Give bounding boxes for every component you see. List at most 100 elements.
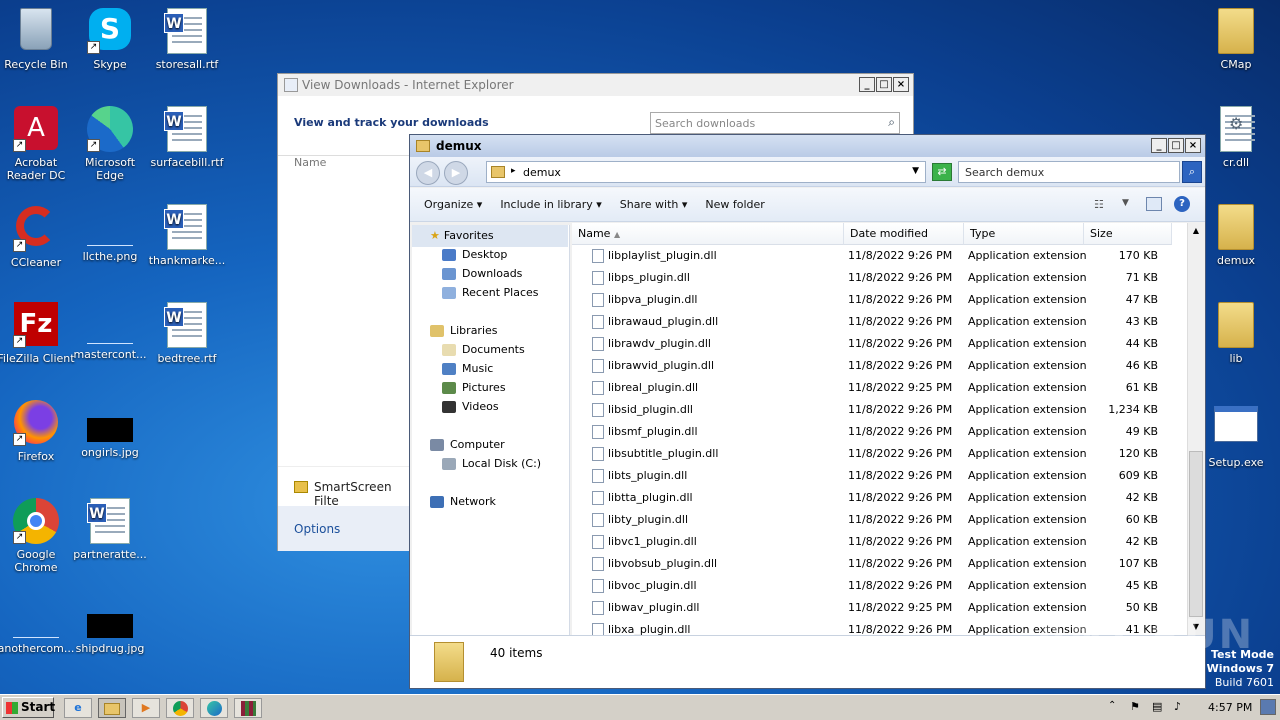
search-icon[interactable]: ⌕ (888, 115, 895, 130)
desktop-icon-llcthe-png[interactable]: llcthe.png (71, 204, 149, 263)
chevron-down-icon[interactable]: ▼ (1122, 198, 1129, 208)
show-desktop-button[interactable] (1260, 699, 1276, 715)
ie-name-column[interactable]: Name (294, 156, 326, 169)
desktop-icon-firefox[interactable]: ↗ Firefox (0, 400, 75, 463)
scroll-up-button[interactable]: ▲ (1189, 223, 1203, 239)
clock[interactable]: 4:57 PM (1208, 701, 1252, 714)
ie-title-bar[interactable]: View Downloads - Internet Explorer (278, 74, 913, 96)
back-button[interactable]: ◀ (416, 161, 440, 185)
chrome-taskbar-icon[interactable] (166, 698, 194, 718)
winrar-taskbar-icon[interactable] (234, 698, 262, 718)
desktop-icon-ongirls-jpg[interactable]: ongirls.jpg (71, 400, 149, 459)
forward-button[interactable]: ▶ (444, 161, 468, 185)
desktop-icon-skype[interactable]: S ↗ Skype (71, 8, 149, 71)
organize-button[interactable]: Organize ▾ (424, 198, 482, 211)
include-in-library-button[interactable]: Include in library ▾ (500, 198, 601, 211)
file-row[interactable]: libsubtitle_plugin.dll 11/8/2022 9:26 PM A… (572, 443, 1172, 465)
file-row[interactable]: libvobsub_plugin.dll 11/8/2022 9:26 PM App… (572, 553, 1172, 575)
vertical-scrollbar[interactable]: ▲ ▼ (1187, 223, 1203, 635)
file-row[interactable]: librawvid_plugin.dll 11/8/2022 9:26 PM App… (572, 355, 1172, 377)
chevron-right-icon[interactable]: ▸ (511, 166, 516, 176)
nav-recent-places[interactable]: Recent Places (442, 286, 539, 299)
desktop-icon-lib[interactable]: lib (1197, 302, 1275, 365)
nav-downloads[interactable]: Downloads (442, 267, 522, 280)
desktop-icon-mastercont[interactable]: mastercont... (71, 302, 149, 361)
nav-pictures[interactable]: Pictures (442, 381, 506, 394)
preview-pane-icon[interactable] (1146, 197, 1162, 211)
address-bar[interactable]: ▸ demux ▼ (486, 161, 926, 183)
nav-network[interactable]: Network (430, 495, 496, 508)
desktop-icon-setup-exe[interactable]: Setup.exe (1197, 400, 1275, 469)
minimize-button[interactable]: _ (859, 77, 875, 92)
desktop-icon-filezilla-client[interactable]: Fz ↗ FileZilla Client (0, 302, 75, 365)
file-row[interactable]: libpva_plugin.dll 11/8/2022 9:26 PM Applic… (572, 289, 1172, 311)
desktop-icon-recycle-bin[interactable]: Recycle Bin (0, 8, 75, 71)
file-row[interactable]: libplaylist_plugin.dll 11/8/2022 9:26 PM A… (572, 245, 1172, 267)
explorer-taskbar-icon[interactable] (98, 698, 126, 718)
desktop-icon-microsoft-edge[interactable]: ↗ Microsoft Edge (71, 106, 149, 182)
search-input[interactable]: Search demux (958, 161, 1180, 183)
share-with-button[interactable]: Share with ▾ (620, 198, 688, 211)
nav-favorites[interactable]: ★ Favorites (430, 229, 494, 242)
minimize-button[interactable]: _ (1151, 138, 1167, 153)
desktop-icon-thankmarke[interactable]: Wthankmarke... (148, 204, 226, 267)
file-row[interactable]: libps_plugin.dll 11/8/2022 9:26 PM Applica… (572, 267, 1172, 289)
file-row[interactable]: libtta_plugin.dll 11/8/2022 9:26 PM Applic… (572, 487, 1172, 509)
nav-local-disk[interactable]: Local Disk (C:) (442, 457, 541, 470)
desktop-icon-surfacebill-rtf[interactable]: Wsurfacebill.rtf (148, 106, 226, 169)
nav-documents[interactable]: Documents (442, 343, 525, 356)
maximize-button[interactable]: □ (876, 77, 892, 92)
scroll-thumb[interactable] (1189, 451, 1203, 617)
maximize-button[interactable]: □ (1168, 138, 1184, 153)
refresh-icon[interactable]: ⇄ (932, 163, 952, 181)
search-icon[interactable]: ⌕ (1182, 161, 1202, 183)
nav-music[interactable]: Music (442, 362, 493, 375)
start-button[interactable]: Start (2, 697, 55, 718)
view-options-icon[interactable]: ☷ (1094, 198, 1104, 211)
close-button[interactable]: × (1185, 138, 1201, 153)
address-path[interactable]: demux (523, 166, 561, 179)
ie-taskbar-icon[interactable]: e (64, 698, 92, 718)
nav-videos[interactable]: Videos (442, 400, 499, 413)
file-row[interactable]: librawdv_plugin.dll 11/8/2022 9:26 PM Appl… (572, 333, 1172, 355)
edge-taskbar-icon[interactable] (200, 698, 228, 718)
smartscreen-row[interactable]: SmartScreen Filte (278, 466, 410, 508)
desktop-icon-storesall-rtf[interactable]: Wstoresall.rtf (148, 8, 226, 71)
explorer-title-bar[interactable]: demux (410, 135, 1205, 157)
desktop-icon-label: Firefox (17, 450, 55, 463)
desktop-icon-cr-dll[interactable]: ⚙ cr.dll (1197, 106, 1275, 169)
options-link[interactable]: Options (294, 522, 340, 536)
file-row[interactable]: librawaud_plugin.dll 11/8/2022 9:26 PM App… (572, 311, 1172, 333)
file-row[interactable]: libsmf_plugin.dll 11/8/2022 9:26 PM Applic… (572, 421, 1172, 443)
desktop-icon-google-chrome[interactable]: ↗ Google Chrome (0, 498, 75, 574)
file-row[interactable]: libty_plugin.dll 11/8/2022 9:26 PM Applica… (572, 509, 1172, 531)
file-row[interactable]: libvc1_plugin.dll 11/8/2022 9:26 PM Applic… (572, 531, 1172, 553)
file-row[interactable]: libreal_plugin.dll 11/8/2022 9:25 PM Appli… (572, 377, 1172, 399)
action-center-icon[interactable]: ⚑ (1130, 700, 1140, 713)
help-icon[interactable]: ? (1174, 196, 1190, 212)
search-downloads-input[interactable]: Search downloads ⌕ (650, 112, 900, 134)
file-row[interactable]: libsid_plugin.dll 11/8/2022 9:26 PM Applic… (572, 399, 1172, 421)
desktop-icon-partneratte[interactable]: Wpartneratte... (71, 498, 149, 561)
volume-icon[interactable]: ♪ (1174, 700, 1181, 713)
desktop-icon-ccleaner[interactable]: ↗ CCleaner (0, 204, 75, 269)
nav-libraries[interactable]: Libraries (430, 324, 498, 337)
desktop-icon-demux[interactable]: demux (1197, 204, 1275, 267)
file-row[interactable]: libts_plugin.dll 11/8/2022 9:26 PM Applica… (572, 465, 1172, 487)
file-list[interactable]: Name ▲ Date modified Type Size libplayli… (572, 223, 1187, 635)
network-tray-icon[interactable]: ▤ (1152, 700, 1162, 713)
nav-computer[interactable]: Computer (430, 438, 505, 451)
desktop-icon-cmap[interactable]: CMap (1197, 8, 1275, 71)
desktop-icon-shipdrug-jpg[interactable]: shipdrug.jpg (71, 596, 149, 655)
explorer-window[interactable]: demux _ □ × ◀ ▶ ▸ demux ▼ ⇄ Search demux… (409, 134, 1206, 689)
chevron-down-icon[interactable]: ▼ (912, 166, 919, 176)
desktop-icon-bedtree-rtf[interactable]: Wbedtree.rtf (148, 302, 226, 365)
desktop-icon-anothercom[interactable]: anothercom... (0, 596, 75, 655)
nav-desktop[interactable]: Desktop (442, 248, 507, 261)
show-hidden-icons-icon[interactable]: ⌃ (1108, 700, 1116, 711)
close-button[interactable]: × (893, 77, 909, 92)
new-folder-button[interactable]: New folder (705, 198, 764, 211)
media-player-taskbar-icon[interactable]: ▶ (132, 698, 160, 718)
file-row[interactable]: libvoc_plugin.dll 11/8/2022 9:26 PM Applic… (572, 575, 1172, 597)
desktop-icon-acrobat-reader-dc[interactable]: A ↗ Acrobat Reader DC (0, 106, 75, 182)
